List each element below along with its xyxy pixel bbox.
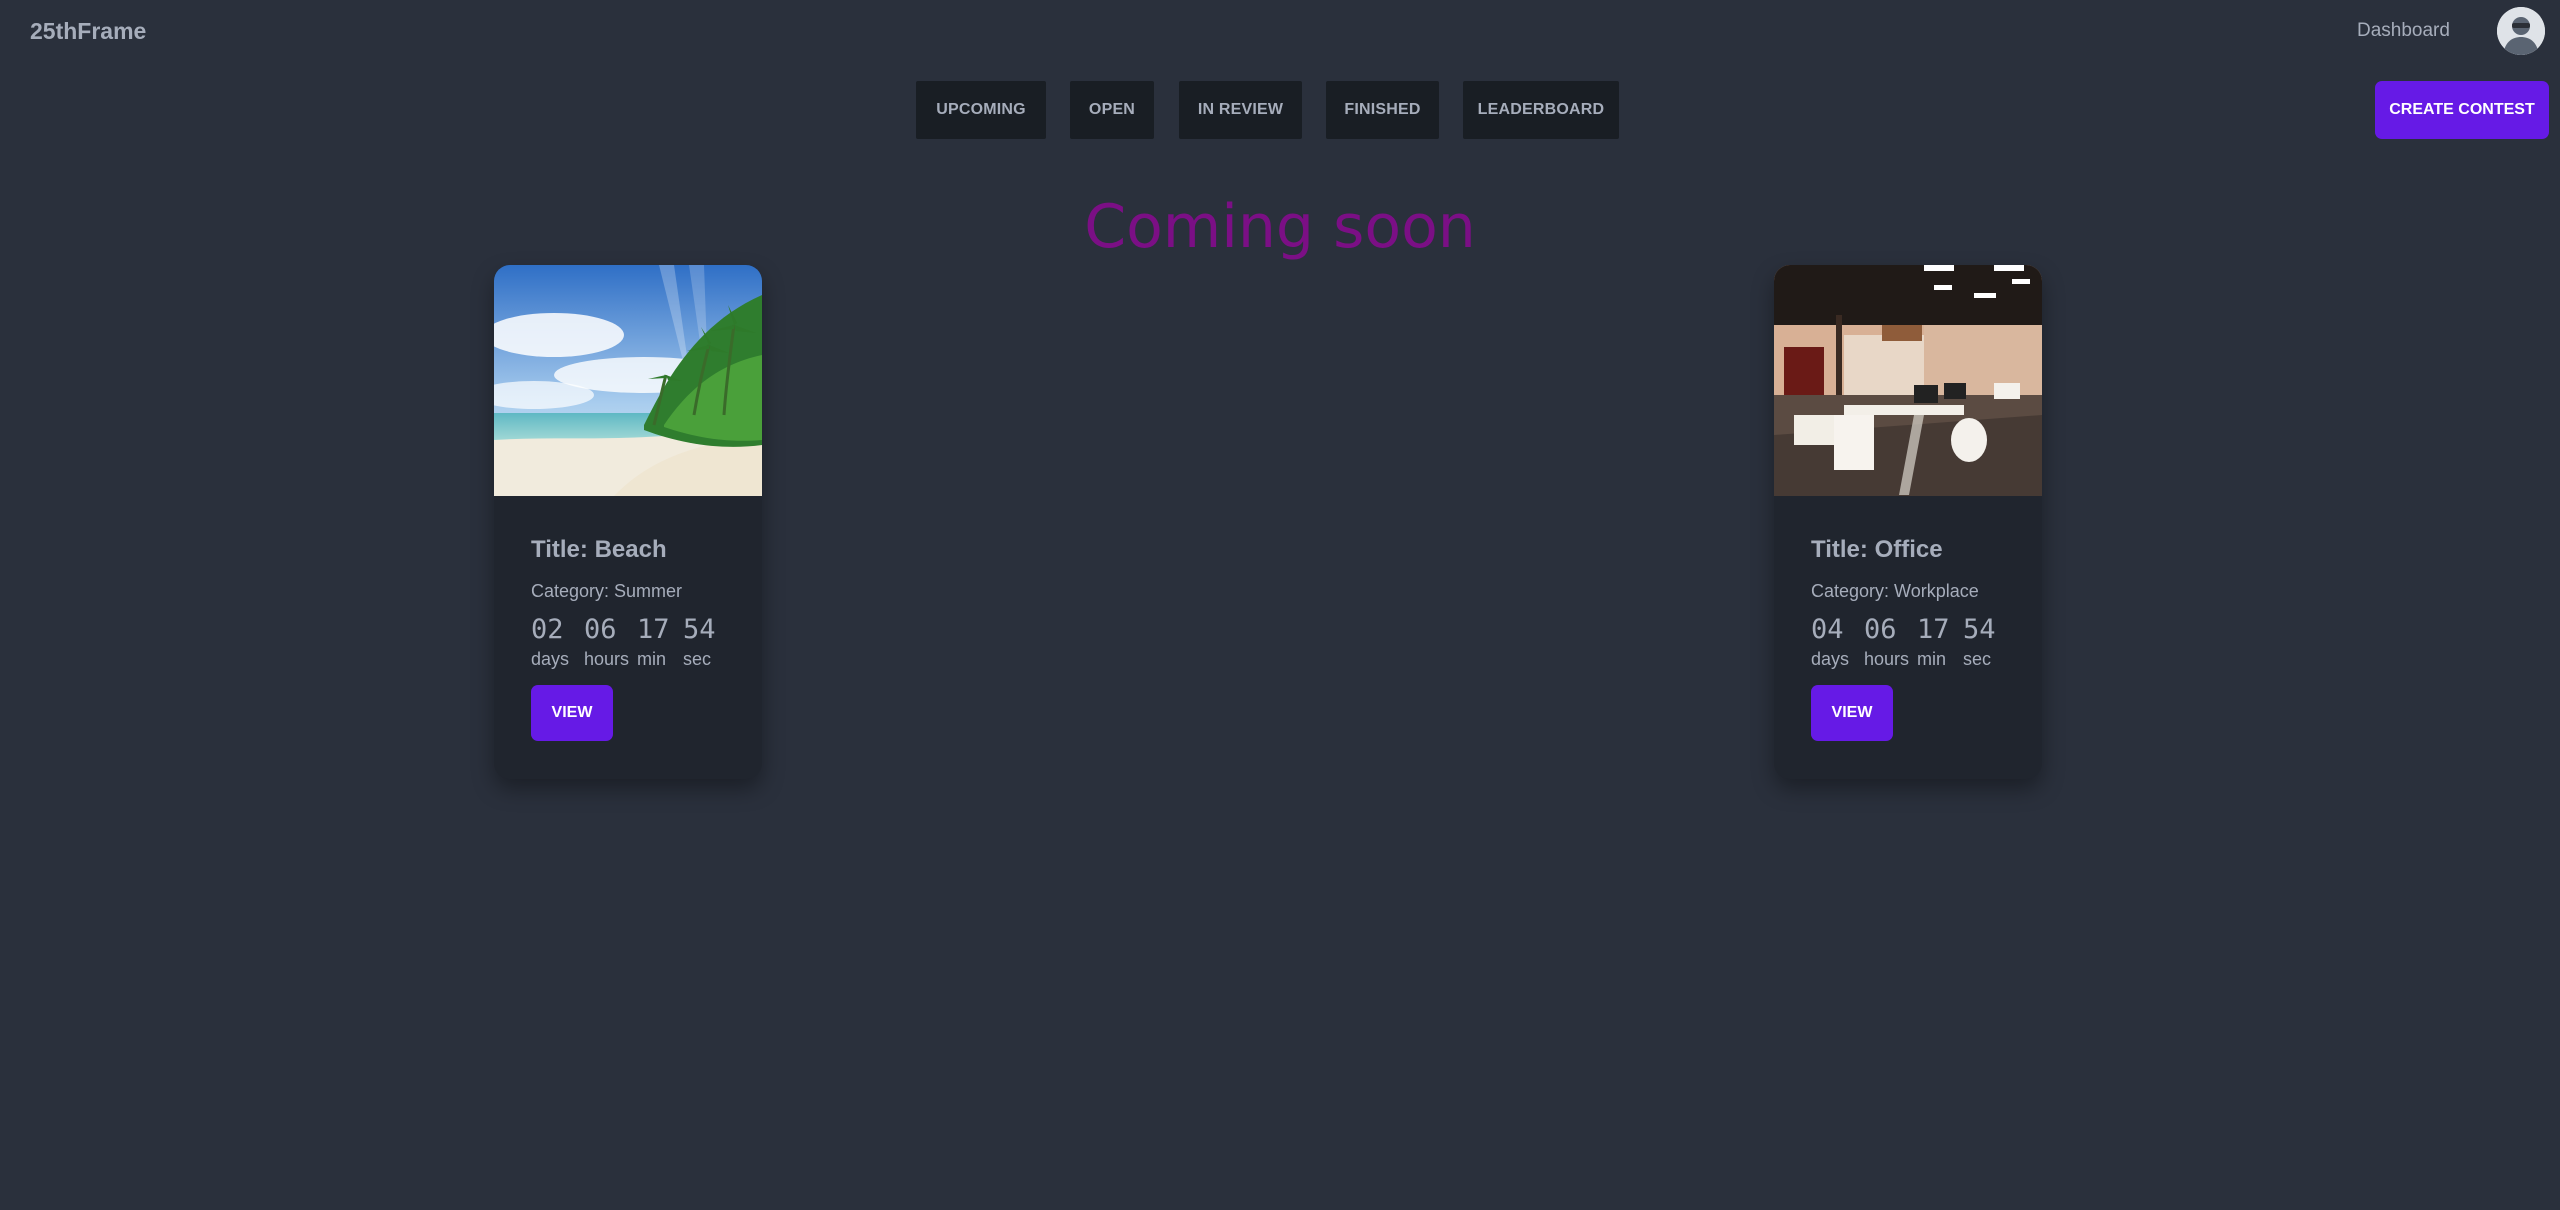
page-heading: Coming soon bbox=[1084, 192, 1476, 262]
countdown-min-value: 17 bbox=[637, 614, 670, 645]
countdown-days: 04 days bbox=[1811, 613, 1864, 670]
dashboard-link[interactable]: Dashboard bbox=[2357, 20, 2450, 42]
countdown-sec-label: sec bbox=[1963, 649, 1992, 669]
countdown-sec-value: 54 bbox=[1963, 614, 1996, 645]
contest-card-office: Title: Office Category: Workplace 04 day… bbox=[1774, 265, 2042, 779]
office-image bbox=[1774, 265, 2042, 496]
card-category: Category: Workplace bbox=[1811, 581, 1979, 601]
user-avatar[interactable] bbox=[2497, 7, 2545, 55]
countdown-sec: 54 sec bbox=[683, 613, 729, 670]
contest-card-beach: Title: Beach Category: Summer 02 days 06… bbox=[494, 265, 762, 779]
card-category: Category: Summer bbox=[531, 581, 683, 601]
countdown-days-label: days bbox=[531, 649, 570, 669]
brand-logo[interactable]: 25thFrame bbox=[30, 18, 146, 45]
countdown-days: 02 days bbox=[531, 613, 584, 670]
countdown-hours: 06 hours bbox=[584, 613, 637, 670]
beach-image bbox=[494, 265, 762, 496]
create-contest-button[interactable]: CREATE CONTEST bbox=[2375, 81, 2549, 139]
countdown-min: 17 min bbox=[1917, 613, 1963, 670]
tab-finished[interactable]: FINISHED bbox=[1326, 81, 1439, 139]
card-title: Title: Office bbox=[1811, 536, 1943, 563]
countdown-min: 17 min bbox=[637, 613, 683, 670]
countdown-min-label: min bbox=[1917, 649, 1947, 669]
view-button[interactable]: VIEW bbox=[531, 685, 613, 741]
countdown-sec: 54 sec bbox=[1963, 613, 2009, 670]
countdown-days-value: 02 bbox=[531, 614, 564, 645]
countdown-sec-value: 54 bbox=[683, 614, 716, 645]
countdown-hours-label: hours bbox=[1864, 649, 1910, 669]
top-navbar: 25thFrame Dashboard bbox=[0, 0, 2560, 66]
countdown-hours-value: 06 bbox=[1864, 614, 1897, 645]
countdown: 02 days 06 hours 17 min 54 sec bbox=[531, 613, 729, 670]
tab-in-review[interactable]: IN REVIEW bbox=[1179, 81, 1302, 139]
view-button[interactable]: VIEW bbox=[1811, 685, 1893, 741]
countdown-min-label: min bbox=[637, 649, 667, 669]
countdown-days-label: days bbox=[1811, 649, 1850, 669]
contest-tabs: UPCOMING OPEN IN REVIEW FINISHED LEADERB… bbox=[0, 81, 2560, 139]
avatar-icon bbox=[2497, 7, 2545, 55]
tab-upcoming[interactable]: UPCOMING bbox=[916, 81, 1046, 139]
card-title: Title: Beach bbox=[531, 536, 667, 563]
countdown: 04 days 06 hours 17 min 54 sec bbox=[1811, 613, 2009, 670]
countdown-hours: 06 hours bbox=[1864, 613, 1917, 670]
countdown-hours-label: hours bbox=[584, 649, 630, 669]
countdown-sec-label: sec bbox=[683, 649, 712, 669]
countdown-min-value: 17 bbox=[1917, 614, 1950, 645]
tab-open[interactable]: OPEN bbox=[1070, 81, 1154, 139]
tab-leaderboard[interactable]: LEADERBOARD bbox=[1463, 81, 1619, 139]
countdown-days-value: 04 bbox=[1811, 614, 1844, 645]
countdown-hours-value: 06 bbox=[584, 614, 617, 645]
